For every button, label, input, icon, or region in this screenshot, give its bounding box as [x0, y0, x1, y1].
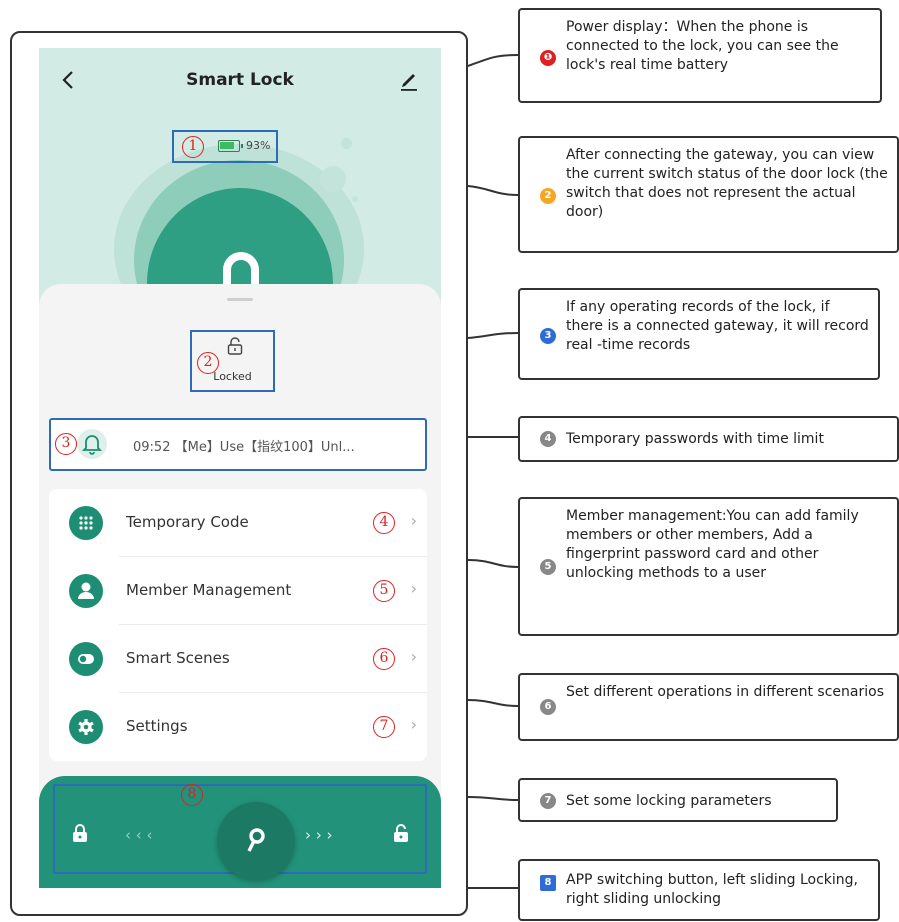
- app-screen: Smart Lock 1 93% 2 Locked 3 09:52 【Me】Us…: [39, 48, 441, 888]
- unlocked-padlock-icon: [227, 337, 243, 355]
- note-text: After connecting the gateway, you can vi…: [566, 147, 888, 220]
- menu-item-member-management[interactable]: Member Management 5 ›: [49, 557, 427, 625]
- marker-4: 4: [373, 512, 395, 534]
- edit-pencil-icon[interactable]: [397, 68, 421, 92]
- menu-item-smart-scenes[interactable]: Smart Scenes 6 ›: [49, 625, 427, 693]
- bell-icon: [82, 435, 102, 455]
- page-title: Smart Lock: [186, 70, 294, 90]
- marker-8: 8: [181, 784, 203, 806]
- marker-7: 7: [373, 716, 395, 738]
- note-text: If any operating records of the lock, if…: [566, 299, 869, 353]
- lock-status: 2 Locked: [190, 330, 275, 392]
- note-badge-1: ❶: [540, 50, 556, 66]
- gear-icon: [69, 710, 103, 744]
- annotation-note-5: 5 Member management:You can add family m…: [518, 497, 899, 636]
- battery-percent: 93%: [246, 139, 271, 152]
- left-arrows: ‹ ‹ ‹: [125, 826, 153, 844]
- note-badge-4: 4: [540, 431, 556, 447]
- lock-status-label: Locked: [213, 370, 252, 383]
- right-arrows: › › ›: [305, 826, 333, 844]
- operation-record[interactable]: 3 09:52 【Me】Use【指纹100】Unl...: [49, 418, 427, 471]
- chevron-right-icon: ›: [410, 715, 417, 734]
- note-text: Temporary passwords with time limit: [566, 431, 824, 447]
- hero-dot: [352, 196, 358, 202]
- annotation-note-8: 8 APP switching button, left sliding Loc…: [518, 859, 880, 921]
- lock-slider: 8 ‹ ‹ ‹ › › ›: [39, 776, 441, 888]
- menu-item-label: Temporary Code: [126, 513, 249, 531]
- latest-record-text: 09:52 【Me】Use【指纹100】Unl...: [133, 440, 355, 455]
- menu-list: Temporary Code 4 › Member Management 5 ›: [49, 489, 427, 761]
- menu-item-label: Settings: [126, 717, 188, 735]
- unlock-icon[interactable]: [392, 822, 410, 844]
- chevron-right-icon: ›: [410, 511, 417, 530]
- annotation-note-6: 6 Set different operations in different …: [518, 673, 899, 741]
- menu-item-label: Member Management: [126, 581, 292, 599]
- menu-item-settings[interactable]: Settings 7 ›: [49, 693, 427, 761]
- note-badge-8: 8: [540, 875, 556, 891]
- note-text: Set some locking parameters: [566, 793, 772, 809]
- marker-6: 6: [373, 648, 395, 670]
- note-badge-5: 5: [540, 559, 556, 575]
- sheet-handle[interactable]: [227, 298, 253, 301]
- top-bar: Smart Lock: [39, 48, 441, 114]
- bottom-sheet: 2 Locked 3 09:52 【Me】Use【指纹100】Unl... Te…: [39, 284, 441, 888]
- annotation-note-1: ❶ Power display：When the phone is connec…: [518, 8, 882, 103]
- annotation-note-4: 4 Temporary passwords with time limit: [518, 416, 899, 462]
- note-text: Power display：When the phone is connecte…: [566, 19, 839, 73]
- chevron-right-icon: ›: [410, 579, 417, 598]
- battery-icon: [218, 140, 243, 152]
- menu-item-label: Smart Scenes: [126, 649, 230, 667]
- marker-1: 1: [182, 136, 204, 158]
- toggle-icon: [69, 642, 103, 676]
- hero-dot: [341, 138, 352, 149]
- note-badge-6: 6: [540, 699, 556, 715]
- hero-dot: [320, 166, 346, 192]
- slider-highlight: 8 ‹ ‹ ‹ › › ›: [53, 784, 427, 880]
- battery-display: 1 93%: [172, 130, 278, 163]
- annotation-note-7: 7 Set some locking parameters: [518, 778, 838, 822]
- marker-5: 5: [373, 580, 395, 602]
- grid-dots-icon: [69, 506, 103, 540]
- slide-knob[interactable]: [217, 802, 295, 880]
- lock-icon[interactable]: [71, 822, 89, 844]
- note-badge-3: 3: [540, 328, 556, 344]
- note-badge-7: 7: [540, 793, 556, 809]
- key-icon: [247, 828, 265, 852]
- note-text: Member management:You can add family mem…: [566, 508, 859, 581]
- marker-3: 3: [55, 433, 77, 455]
- note-badge-2: 2: [540, 188, 556, 204]
- menu-item-temporary-code[interactable]: Temporary Code 4 ›: [49, 489, 427, 557]
- phone-frame: Smart Lock 1 93% 2 Locked 3 09:52 【Me】Us…: [10, 31, 468, 916]
- annotation-note-3: 3 If any operating records of the lock, …: [518, 288, 880, 380]
- annotation-note-2: 2 After connecting the gateway, you can …: [518, 136, 899, 253]
- chevron-right-icon: ›: [410, 647, 417, 666]
- note-text: APP switching button, left sliding Locki…: [566, 872, 858, 907]
- note-text: Set different operations in different sc…: [566, 684, 884, 700]
- person-icon: [69, 574, 103, 608]
